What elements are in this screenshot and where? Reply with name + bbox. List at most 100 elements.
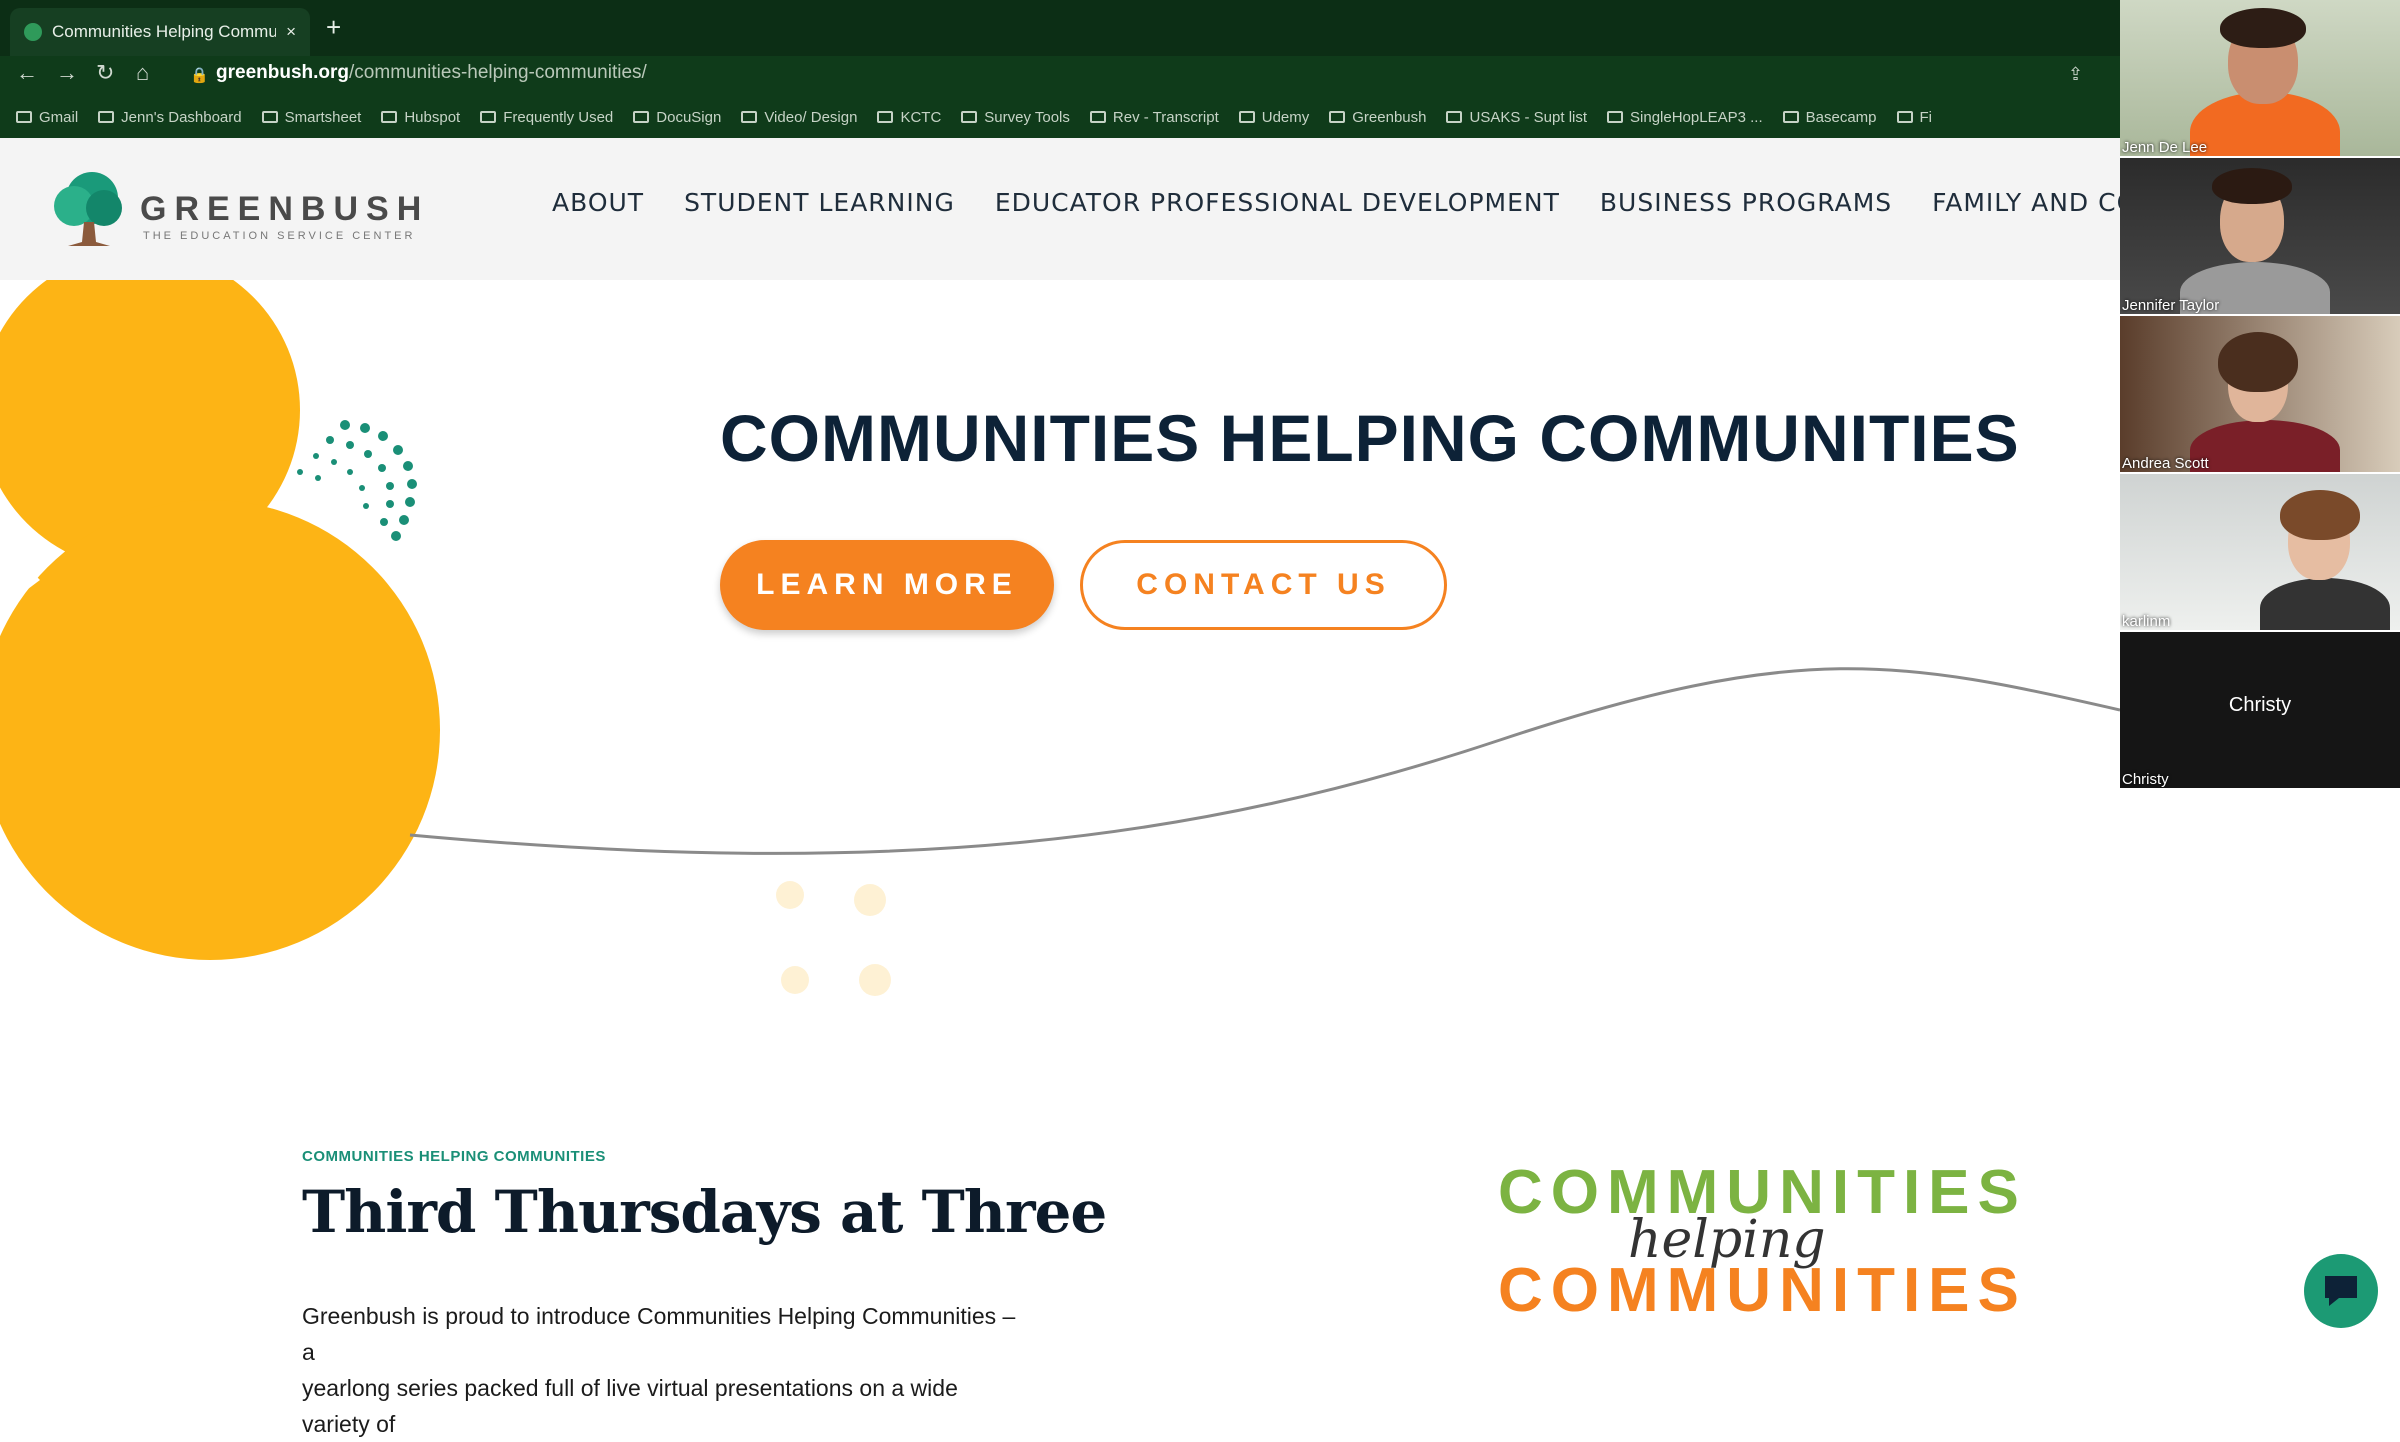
chat-button[interactable] <box>2304 1254 2378 1328</box>
bookmark-folder-icon <box>480 111 497 123</box>
bookmark-folder-icon <box>1607 111 1624 123</box>
intro-line-2: yearlong series packed full of live virt… <box>302 1375 958 1437</box>
bookmark-label: Gmail <box>39 108 79 126</box>
intro-paragraph: Greenbush is proud to introduce Communit… <box>302 1298 1022 1442</box>
participant-center-label: Christy <box>2228 694 2292 716</box>
bookmark-label: Smartsheet <box>284 108 362 126</box>
new-tab-button[interactable]: + <box>326 12 341 43</box>
bookmark-label: Frequently Used <box>503 108 614 126</box>
bookmark-label: Hubspot <box>404 108 461 126</box>
participant-tile[interactable]: Andrea Scott <box>2120 316 2400 472</box>
bookmark-item[interactable]: Video/ Design <box>741 109 857 126</box>
bookmark-item[interactable]: KCTC <box>877 109 941 126</box>
bookmark-item[interactable]: Udemy <box>1238 108 1310 126</box>
green-dot-burst <box>297 420 417 541</box>
participant-tile[interactable]: Christy Christy <box>2120 632 2400 788</box>
bookmark-item[interactable]: Hubspot <box>381 109 460 126</box>
logo-tagline: THE EDUCATION SERVICE CENTER <box>143 230 416 242</box>
bookmark-item[interactable]: SingleHopLEAP3 ... <box>1607 109 1763 126</box>
bookmark-item[interactable]: Greenbush <box>1329 109 1426 126</box>
bookmark-item[interactable]: Survey Tools <box>961 109 1070 126</box>
back-icon[interactable]: ← <box>16 60 38 86</box>
bookmark-folder-icon <box>1446 111 1463 123</box>
wave-line <box>409 667 2120 855</box>
share-icon[interactable]: ⇪ <box>2068 64 2083 85</box>
lock-icon: 🔒 <box>190 67 209 84</box>
hero-title: COMMUNITIES HELPING COMMUNITIES <box>720 401 2020 475</box>
browser-tab[interactable]: Communities Helping Commun × <box>10 8 310 56</box>
bookmark-item[interactable]: Rev - Transcript <box>1089 108 1219 126</box>
chc-logo: COMMUNITIES helping COMMUNITIES <box>1498 1158 2019 1326</box>
nav-educator-pd[interactable]: EDUCATOR PROFESSIONAL DEVELOPMENT <box>995 188 1560 217</box>
nav-business-programs[interactable]: BUSINESS PROGRAMS <box>1600 188 1892 217</box>
bookmark-item[interactable]: Smartsheet <box>261 108 362 126</box>
bookmark-folder-icon <box>961 111 978 123</box>
yellow-circle-bottom <box>0 500 440 960</box>
greenbush-tree-logo-icon[interactable] <box>48 168 130 250</box>
tab-title: Communities Helping Commun <box>52 22 277 41</box>
participant-name: karlinm <box>2122 613 2171 630</box>
bookmark-label: Greenbush <box>1352 108 1427 126</box>
participant-name: Andrea Scott <box>2122 455 2209 472</box>
bookmark-folder-icon <box>877 111 894 123</box>
participant-name: Christy <box>2122 771 2169 788</box>
learn-more-button[interactable]: LEARN MORE <box>720 540 1054 630</box>
url-field[interactable]: greenbush.org/communities-helping-commun… <box>216 62 647 84</box>
bookmark-folder-icon <box>1238 111 1255 123</box>
intro-line-1: Greenbush is proud to introduce Communit… <box>302 1303 1016 1365</box>
bookmark-folder-icon <box>1329 111 1346 123</box>
chc-logo-helping: helping <box>1628 1210 1826 1270</box>
bookmark-label: KCTC <box>900 108 942 126</box>
url-path: /communities-helping-communities/ <box>349 62 647 83</box>
site-header: GREENBUSH THE EDUCATION SERVICE CENTER A… <box>0 138 2400 280</box>
participant-tile[interactable]: Jenn De Lee <box>2120 0 2400 156</box>
section-title: Third Thursdays at Three <box>302 1178 1107 1246</box>
bookmarks-bar: Gmail Jenn's Dashboard Smartsheet Hubspot Fr… <box>0 100 2120 134</box>
video-participants-panel: Jenn De Lee Jennifer Taylor Andrea Scott… <box>2120 0 2400 1350</box>
bookmark-label: Basecamp <box>1805 108 1877 126</box>
hero-decoration <box>0 280 2120 996</box>
bookmark-item[interactable]: Basecamp <box>1782 108 1877 126</box>
bookmark-folder-icon <box>633 111 650 123</box>
bookmark-folder-icon <box>1782 111 1799 123</box>
bookmark-folder-icon <box>1089 111 1106 123</box>
bookmark-folder-icon <box>1896 111 1913 123</box>
bookmark-item[interactable]: Gmail <box>16 109 78 126</box>
section-eyebrow: COMMUNITIES HELPING COMMUNITIES <box>302 1148 606 1165</box>
bookmark-item[interactable]: Fi <box>1896 108 1933 126</box>
participant-tile[interactable]: karlinm <box>2120 474 2400 630</box>
close-tab-icon[interactable]: × <box>286 22 296 42</box>
bookmark-label: DocuSign <box>656 108 722 126</box>
nav-about[interactable]: ABOUT <box>552 188 644 217</box>
bookmark-label: Fi <box>1919 108 1933 126</box>
participant-name: Jenn De Lee <box>2122 139 2208 156</box>
bookmark-folder-icon <box>98 111 115 123</box>
bookmark-item[interactable]: DocuSign <box>633 109 721 126</box>
bookmark-folder-icon <box>381 111 398 123</box>
bookmark-label: Rev - Transcript <box>1112 108 1219 126</box>
bookmark-label: Jenn's Dashboard <box>121 108 242 126</box>
bookmark-item[interactable]: USAKS - Supt list <box>1446 109 1587 126</box>
home-icon[interactable]: ⌂ <box>136 60 149 86</box>
forward-icon[interactable]: → <box>56 60 78 86</box>
url-host: greenbush.org <box>216 62 350 83</box>
bookmark-item[interactable]: Frequently Used <box>480 109 613 126</box>
logo-wordmark[interactable]: GREENBUSH <box>140 190 429 229</box>
bookmark-label: Udemy <box>1261 108 1310 126</box>
reload-icon[interactable]: ↻ <box>96 60 114 86</box>
bookmark-folder-icon <box>741 111 758 123</box>
nav-student-learning[interactable]: STUDENT LEARNING <box>684 188 955 217</box>
bookmark-label: Video/ Design <box>764 108 858 126</box>
browser-chrome: Communities Helping Commun × + ← → ↻ ⌂ 🔒… <box>0 0 2120 138</box>
participant-tile[interactable]: Jennifer Taylor <box>2120 158 2400 314</box>
bookmark-label: Survey Tools <box>984 108 1070 126</box>
tab-bar: Communities Helping Commun × + <box>0 0 2120 56</box>
bookmark-item[interactable]: Jenn's Dashboard <box>98 108 242 126</box>
address-bar: ← → ↻ ⌂ 🔒 greenbush.org/communities-help… <box>0 56 2120 92</box>
contact-us-button[interactable]: CONTACT US <box>1080 540 1447 630</box>
chat-bubble-icon <box>2325 1276 2357 1306</box>
greenbush-favicon-icon <box>24 23 42 41</box>
bookmark-folder-icon <box>16 111 32 123</box>
bookmark-folder-icon <box>261 111 278 123</box>
bookmark-label: USAKS - Supt list <box>1469 108 1588 126</box>
